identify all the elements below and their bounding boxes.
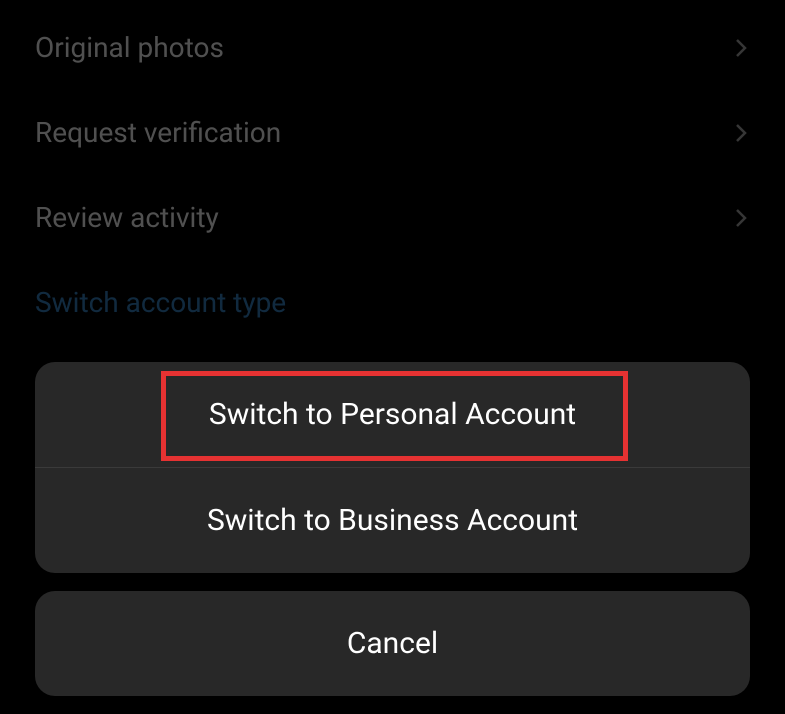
action-sheet-options-group: Switch to Personal Account Switch to Bus… [35,362,750,573]
action-sheet: Switch to Personal Account Switch to Bus… [35,362,750,696]
chevron-right-icon [732,204,750,232]
settings-item-switch-account-type[interactable]: Switch account type [0,260,785,345]
chevron-right-icon [732,119,750,147]
action-sheet-option-business[interactable]: Switch to Business Account [35,468,750,573]
settings-item-request-verification[interactable]: Request verification [0,90,785,175]
cancel-button-label: Cancel [347,626,438,661]
settings-item-original-photos[interactable]: Original photos [0,5,785,90]
settings-item-label: Original photos [35,31,224,64]
action-sheet-option-personal[interactable]: Switch to Personal Account [35,362,750,467]
settings-item-label: Request verification [35,116,281,149]
settings-item-label: Switch account type [35,286,286,319]
settings-list: Original photos Request verification Rev… [0,0,785,345]
cancel-button[interactable]: Cancel [35,591,750,696]
chevron-right-icon [732,34,750,62]
action-sheet-option-label: Switch to Business Account [207,503,578,538]
action-sheet-option-label: Switch to Personal Account [209,397,576,432]
settings-item-label: Review activity [35,201,219,234]
settings-item-review-activity[interactable]: Review activity [0,175,785,260]
